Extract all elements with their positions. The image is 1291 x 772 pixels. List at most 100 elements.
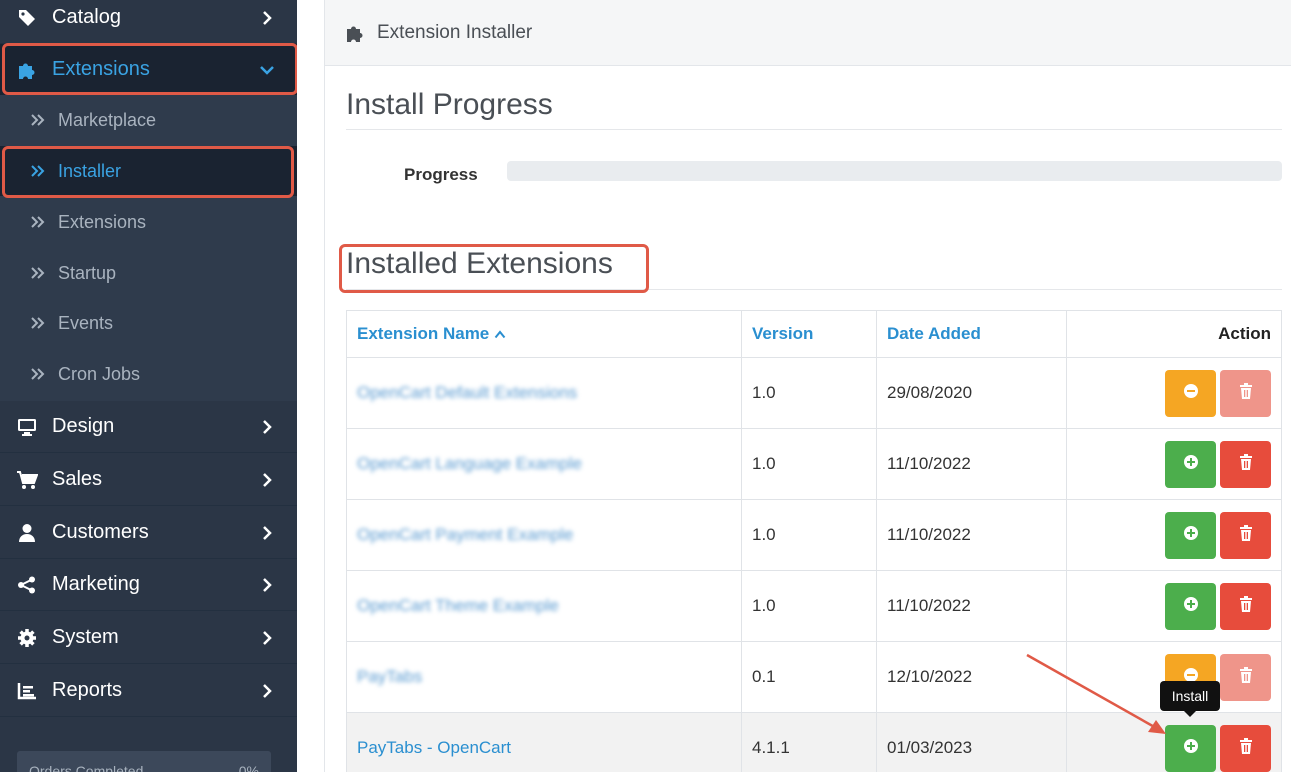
cell-extension-name: PayTabs - OpenCart xyxy=(346,712,742,772)
double-chevron-icon xyxy=(30,266,48,280)
extension-name-link[interactable]: PayTabs - OpenCart xyxy=(357,738,511,757)
chart-icon xyxy=(16,680,38,702)
sidebar-subitem-extensions[interactable]: Extensions xyxy=(0,197,297,247)
chevron-right-icon xyxy=(259,10,275,26)
sidebar: Catalog Extensions Marketplace Installer… xyxy=(0,0,297,772)
double-chevron-icon xyxy=(30,164,48,178)
sidebar-subitem-marketplace[interactable]: Marketplace xyxy=(0,95,297,145)
extension-name-link[interactable]: OpenCart Default Extensions xyxy=(357,383,577,402)
sidebar-item-sales[interactable]: Sales xyxy=(0,454,297,506)
trash-icon xyxy=(1239,737,1253,759)
trash-icon xyxy=(1239,524,1253,546)
cell-extension-name: OpenCart Theme Example xyxy=(346,570,742,642)
double-chevron-icon xyxy=(30,316,48,330)
sidebar-item-marketing[interactable]: Marketing xyxy=(0,559,297,611)
cell-version: 0.1 xyxy=(741,641,877,713)
orders-completed-value: 0% xyxy=(238,763,259,772)
cell-date-added: 11/10/2022 xyxy=(876,570,1067,642)
extension-name-link[interactable]: PayTabs xyxy=(357,667,422,686)
panel-heading: Extension Installer xyxy=(325,0,1291,66)
table-row: OpenCart Default Extensions 1.0 29/08/2020 xyxy=(346,357,1282,429)
installed-extensions-title: Installed Extensions xyxy=(346,247,1282,290)
trash-icon xyxy=(1239,453,1253,475)
extension-name-link[interactable]: OpenCart Payment Example xyxy=(357,525,573,544)
extension-name-link[interactable]: OpenCart Language Example xyxy=(357,454,582,473)
column-header-label: Extension Name xyxy=(357,324,490,343)
sidebar-subitem-label: Marketplace xyxy=(58,109,157,130)
plus-circle-icon xyxy=(1183,525,1199,546)
orders-completed-widget: Orders Completed 0% xyxy=(17,751,271,772)
sidebar-item-system[interactable]: System xyxy=(0,612,297,664)
sidebar-item-label: System xyxy=(52,626,119,648)
sidebar-item-extensions[interactable]: Extensions xyxy=(0,44,297,96)
minus-circle-icon xyxy=(1183,383,1199,404)
sidebar-subitem-label: Extensions xyxy=(58,211,147,232)
sidebar-subitem-label: Events xyxy=(58,312,114,333)
cell-version: 1.0 xyxy=(741,428,877,500)
delete-button[interactable] xyxy=(1220,440,1271,488)
cell-extension-name: OpenCart Payment Example xyxy=(346,499,742,571)
cell-version: 4.1.1 xyxy=(741,712,877,772)
sidebar-item-customers[interactable]: Customers xyxy=(0,507,297,559)
delete-button[interactable] xyxy=(1220,511,1271,559)
extensions-submenu: Marketplace Installer Extensions Startup… xyxy=(0,95,297,401)
double-chevron-icon xyxy=(30,367,48,381)
sidebar-subitem-label: Startup xyxy=(58,262,117,283)
column-header-action: Action xyxy=(1066,310,1282,358)
delete-button[interactable] xyxy=(1220,653,1271,701)
cell-actions xyxy=(1066,499,1282,571)
plus-circle-icon xyxy=(1183,454,1199,475)
delete-button[interactable] xyxy=(1220,724,1271,772)
sidebar-subitem-startup[interactable]: Startup xyxy=(0,248,297,298)
sidebar-item-label: Marketing xyxy=(52,573,140,595)
progress-bar xyxy=(507,161,1282,181)
cell-actions xyxy=(1066,428,1282,500)
column-header-date[interactable]: Date Added xyxy=(876,310,1067,358)
install-button[interactable] xyxy=(1165,511,1216,559)
sidebar-subitem-cron-jobs[interactable]: Cron Jobs xyxy=(0,349,297,399)
sort-asc-icon xyxy=(494,324,506,343)
column-header-name[interactable]: Extension Name xyxy=(346,310,742,358)
sidebar-item-label: Customers xyxy=(52,521,149,543)
trash-icon xyxy=(1239,382,1253,404)
cell-extension-name: PayTabs xyxy=(346,641,742,713)
sidebar-item-label: Reports xyxy=(52,679,123,701)
uninstall-button[interactable] xyxy=(1165,369,1216,417)
sidebar-subitem-label: Installer xyxy=(58,160,122,181)
trash-icon xyxy=(1239,595,1253,617)
install-button[interactable] xyxy=(1165,440,1216,488)
plus-circle-icon xyxy=(1183,596,1199,617)
chevron-right-icon xyxy=(259,577,275,593)
extension-name-link[interactable]: OpenCart Theme Example xyxy=(357,596,559,615)
user-icon xyxy=(16,522,38,544)
chevron-right-icon xyxy=(259,472,275,488)
chevron-right-icon xyxy=(259,419,275,435)
delete-button[interactable] xyxy=(1220,582,1271,630)
sidebar-subitem-installer[interactable]: Installer xyxy=(0,146,297,196)
cell-actions xyxy=(1066,570,1282,642)
table-header-row: Extension Name Version Date Added Action xyxy=(346,310,1282,358)
cell-date-added: 11/10/2022 xyxy=(876,428,1067,500)
share-icon xyxy=(16,574,38,596)
cell-extension-name: OpenCart Default Extensions xyxy=(346,357,742,429)
sidebar-item-reports[interactable]: Reports xyxy=(0,665,297,717)
sidebar-item-catalog[interactable]: Catalog xyxy=(0,0,297,44)
sidebar-subitem-events[interactable]: Events xyxy=(0,298,297,348)
cell-date-added: 29/08/2020 xyxy=(876,357,1067,429)
column-header-version[interactable]: Version xyxy=(741,310,877,358)
tag-icon xyxy=(16,7,38,29)
double-chevron-icon xyxy=(30,215,48,229)
table-row: OpenCart Language Example 1.0 11/10/2022 xyxy=(346,428,1282,500)
sidebar-item-label: Extensions xyxy=(52,58,150,80)
install-button[interactable] xyxy=(1165,582,1216,630)
delete-button[interactable] xyxy=(1220,369,1271,417)
sidebar-item-label: Design xyxy=(52,415,115,437)
cell-version: 1.0 xyxy=(741,570,877,642)
table-row: OpenCart Payment Example 1.0 11/10/2022 xyxy=(346,499,1282,571)
double-chevron-icon xyxy=(30,113,48,127)
chevron-down-icon xyxy=(259,62,275,78)
annotation-arrow xyxy=(1026,653,1166,734)
chevron-right-icon xyxy=(259,683,275,699)
sidebar-item-design[interactable]: Design xyxy=(0,401,297,453)
monitor-icon xyxy=(16,416,38,438)
